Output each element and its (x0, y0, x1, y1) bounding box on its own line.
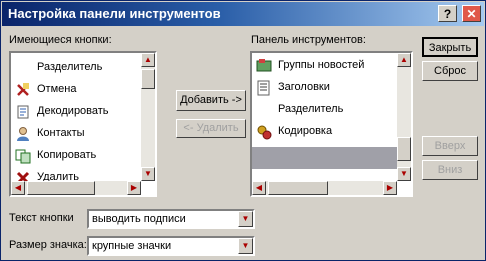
scroll-down-icon[interactable]: ▼ (141, 167, 155, 181)
icon-size-value: крупные значки (92, 240, 172, 252)
scroll-left-icon[interactable]: ◀ (252, 181, 266, 195)
list-item-label: Копировать (37, 149, 97, 161)
toolbar-buttons-label: Панель инструментов: (251, 34, 366, 46)
list-item[interactable]: Кодировка (254, 121, 411, 143)
encoding-icon (257, 125, 272, 140)
list-item-label: Заголовки (278, 81, 330, 93)
scroll-up-icon[interactable]: ▲ (397, 53, 411, 67)
vertical-scrollbar[interactable]: ▲ ▼ (397, 53, 411, 181)
window-title: Настройка панели инструментов (8, 6, 221, 21)
available-buttons-list[interactable]: Разделитель Отмена Декодировать Контакты… (9, 51, 157, 197)
toolbar-buttons-list[interactable]: Группы новостей Заголовки Разделитель Ко… (250, 51, 413, 197)
decode-icon (17, 105, 29, 119)
cancel-icon (17, 83, 29, 96)
horizontal-scrollbar[interactable]: ◀ ▶ (11, 181, 141, 195)
list-item-label: Контакты (37, 127, 85, 139)
icon-size-label: Размер значка: (9, 239, 87, 251)
headers-icon (257, 80, 270, 96)
add-button[interactable]: Добавить -> (176, 90, 246, 111)
scroll-right-icon[interactable]: ▶ (383, 181, 397, 195)
title-bar: Настройка панели инструментов ? ✕ (2, 2, 484, 26)
scroll-thumb[interactable] (397, 137, 411, 161)
vertical-scrollbar[interactable]: ▲ ▼ (141, 53, 155, 181)
chevron-down-icon[interactable]: ▼ (238, 238, 253, 254)
copy-icon (15, 149, 31, 164)
list-item[interactable]: Разделитель (254, 99, 411, 121)
newsgroups-icon (256, 59, 272, 72)
close-window-button[interactable]: ✕ (462, 5, 481, 22)
scroll-left-icon[interactable]: ◀ (11, 181, 25, 195)
help-button[interactable]: ? (438, 5, 457, 22)
list-item[interactable]: Копировать (13, 145, 155, 167)
scroll-thumb[interactable] (27, 181, 95, 195)
close-button[interactable]: Закрыть (422, 37, 478, 57)
list-item[interactable]: Заголовки (254, 77, 411, 99)
list-item[interactable]: Контакты (13, 123, 155, 145)
move-up-button[interactable]: Вверх (422, 136, 478, 156)
icon-size-select[interactable]: крупные значки ▼ (87, 236, 255, 256)
list-item-label: Разделитель (37, 61, 103, 73)
list-item[interactable] (252, 147, 397, 169)
available-buttons-label: Имеющиеся кнопки: (9, 34, 112, 46)
button-text-label: Текст кнопки (9, 212, 74, 224)
chevron-down-icon[interactable]: ▼ (238, 211, 253, 227)
list-item-label: Группы новостей (278, 59, 365, 71)
scroll-thumb[interactable] (268, 181, 328, 195)
move-down-button[interactable]: Вниз (422, 160, 478, 180)
horizontal-scrollbar[interactable]: ◀ ▶ (252, 181, 397, 195)
list-item[interactable]: Группы новостей (254, 55, 411, 77)
list-item[interactable]: Декодировать (13, 101, 155, 123)
list-item-label: Кодировка (278, 125, 333, 137)
list-item-label: Разделитель (278, 103, 344, 115)
list-item-label: Отмена (37, 83, 77, 95)
button-text-value: выводить подписи (92, 213, 186, 225)
scroll-down-icon[interactable]: ▼ (397, 167, 411, 181)
button-text-select[interactable]: выводить подписи ▼ (87, 209, 255, 229)
customize-toolbar-dialog: Настройка панели инструментов ? ✕ Имеющи… (0, 0, 486, 261)
list-item[interactable]: Отмена (13, 79, 155, 101)
list-item-label: Декодировать (37, 105, 109, 117)
scroll-right-icon[interactable]: ▶ (127, 181, 141, 195)
scroll-up-icon[interactable]: ▲ (141, 53, 155, 67)
scroll-thumb[interactable] (141, 69, 155, 89)
reset-button[interactable]: Сброс (422, 61, 478, 81)
contacts-icon (17, 127, 29, 141)
remove-button[interactable]: <- Удалить (176, 119, 246, 138)
list-item[interactable]: Разделитель (13, 57, 155, 79)
